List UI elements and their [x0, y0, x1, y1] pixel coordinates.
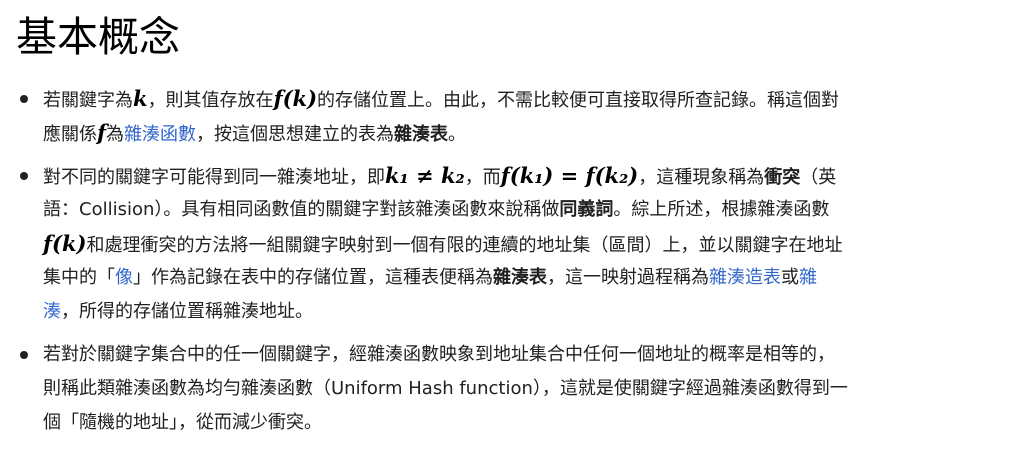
text: 集中的「: [43, 267, 115, 288]
text-line: 語：Collision）。具有相同函數值的關鍵字對該雜湊函數來說稱做同義詞。綜上…: [43, 193, 998, 227]
hash-function-link[interactable]: 雜湊函數: [124, 124, 196, 145]
text: 應關係: [43, 124, 97, 145]
text: 對不同的關鍵字可能得到同一雜湊地址，即: [43, 167, 385, 188]
bold-term-hash-table: 雜湊表: [394, 124, 449, 145]
text-line: 集中的「像」作為記錄在表中的存儲位置，這種表便稱為雜湊表，這一映射過程稱為雜湊造…: [43, 261, 998, 295]
bold-term-hash-table: 雜湊表: [493, 267, 547, 288]
text: 。綜上所述，根據雜湊函數: [613, 199, 830, 220]
bullet-dot: [20, 95, 28, 103]
list-item: 若對於關鍵字集合中的任一個關鍵字，經雜湊函數映象到地址集合中任何一個地址的概率是…: [0, 338, 1020, 440]
text-line: 應關係f為雜湊函數，按這個思想建立的表為雜湊表。: [43, 116, 998, 150]
list-item: 若關鍵字為k，則其值存放在f(k)的存儲位置上。由此，不需比較便可直接取得所查記…: [0, 82, 1020, 150]
text: ，這種現象稱為: [638, 167, 765, 188]
text-line: 對不同的關鍵字可能得到同一雜湊地址，即k₁ ≠ k₂，而f(k₁) = f(k₂…: [43, 159, 998, 193]
bold-term-synonym: 同義詞: [559, 199, 614, 220]
text-line: 若關鍵字為k，則其值存放在f(k)的存儲位置上。由此，不需比較便可直接取得所查記…: [43, 82, 998, 116]
text: 若關鍵字為: [43, 90, 133, 111]
text-line: 若對於關鍵字集合中的任一個關鍵字，經雜湊函數映象到地址集合中任何一個地址的概率是…: [43, 344, 835, 365]
bullet-dot: [20, 351, 28, 359]
math-k: k: [133, 86, 148, 111]
bullet-dot: [20, 172, 28, 180]
text: 為: [106, 124, 125, 145]
math-fk: f(k): [273, 86, 318, 111]
text: 和處理衝突的方法將一組關鍵字映射到一個有限的連續的地址集（區間）上，並以關鍵字在…: [86, 235, 843, 256]
text: ，這一映射過程稱為: [547, 267, 709, 288]
text-line: 湊，所得的存儲位置稱雜湊地址。: [43, 295, 998, 329]
section-heading: 基本概念: [16, 13, 180, 61]
text-line: 個「隨機的地址」，從而減少衝突。: [43, 412, 322, 433]
text: 語：Collision）。具有相同函數值的關鍵字對該雜湊函數來說稱做: [43, 199, 560, 220]
text: ，按這個思想建立的表為: [196, 124, 395, 145]
text-line: f(k)和處理衝突的方法將一組關鍵字映射到一個有限的連續的地址集（區間）上，並以…: [43, 227, 998, 261]
math-equality: f(k₁) = f(k₂): [500, 163, 639, 188]
hash-link[interactable]: 湊: [43, 301, 61, 322]
math-fk: f(k): [43, 231, 87, 256]
text: ，則其值存放在: [147, 90, 274, 111]
hash-table-build-link[interactable]: 雜湊造表: [709, 267, 781, 288]
text: ，而: [464, 167, 501, 188]
math-f: f: [97, 120, 107, 145]
text: 」作為記錄在表中的存儲位置，這種表便稱為: [133, 267, 493, 288]
math-inequality: k₁ ≠ k₂: [385, 163, 465, 188]
text-line: 則稱此類雜湊函數為均勻雜湊函數（Uniform Hash function），這…: [43, 378, 848, 399]
hash-link[interactable]: 雜: [799, 267, 817, 288]
bold-term-collision: 衝突: [764, 167, 801, 188]
text: 或: [781, 267, 799, 288]
text: （英: [800, 167, 837, 188]
text: 。: [448, 124, 467, 145]
list-item: 對不同的關鍵字可能得到同一雜湊地址，即k₁ ≠ k₂，而f(k₁) = f(k₂…: [0, 159, 1020, 329]
concept-list: 若關鍵字為k，則其值存放在f(k)的存儲位置上。由此，不需比較便可直接取得所查記…: [0, 82, 1020, 449]
text: ，所得的存儲位置稱雜湊地址。: [61, 301, 313, 322]
image-link[interactable]: 像: [115, 267, 133, 288]
text: 的存儲位置上。由此，不需比較便可直接取得所查記錄。稱這個對: [317, 90, 840, 111]
